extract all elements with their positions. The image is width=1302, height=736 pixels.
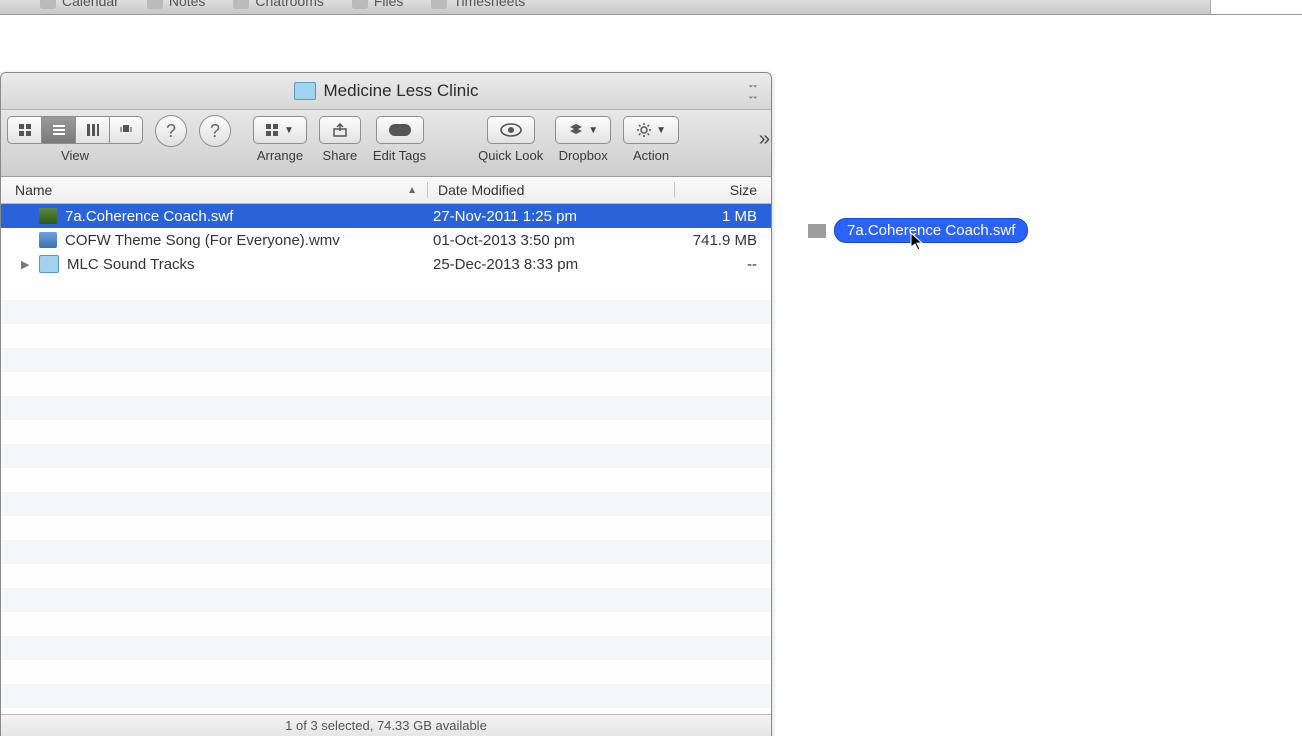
- fullscreen-icon[interactable]: [745, 83, 761, 99]
- notes-icon: [147, 0, 163, 9]
- menu-timesheets[interactable]: Timesheets: [431, 0, 525, 9]
- window-titlebar[interactable]: Medicine Less Clinic: [1, 73, 771, 110]
- empty-row: [1, 324, 771, 348]
- empty-row: [1, 300, 771, 324]
- menu-notes[interactable]: Notes: [147, 0, 206, 9]
- toolbar: View ? ? ▼ Arrange Share Edit Tags: [1, 110, 771, 177]
- help-back-button[interactable]: ?: [155, 115, 187, 147]
- view-coverflow-button[interactable]: [109, 116, 143, 144]
- folder-icon: [294, 82, 316, 100]
- empty-row: [1, 348, 771, 372]
- finder-window: Medicine Less Clinic View: [0, 72, 772, 736]
- empty-row: [1, 468, 771, 492]
- file-list[interactable]: 7a.Coherence Coach.swf 27-Nov-2011 1:25 p…: [1, 204, 771, 736]
- quick-look-button[interactable]: [487, 116, 535, 144]
- column-date-label: Date Modified: [438, 182, 524, 198]
- eye-icon: [500, 123, 522, 137]
- sort-ascending-icon: ▲: [407, 185, 417, 196]
- menu-label: Timesheets: [453, 0, 525, 9]
- empty-row: [1, 516, 771, 540]
- dropbox-button[interactable]: ▼: [555, 116, 611, 144]
- gear-icon: [636, 122, 652, 138]
- toolbar-overflow-icon[interactable]: »: [759, 128, 765, 151]
- file-size: --: [669, 256, 771, 273]
- file-size: 741.9 MB: [669, 232, 771, 249]
- empty-row: [1, 420, 771, 444]
- empty-row: [1, 492, 771, 516]
- top-right-panel: [1210, 0, 1302, 15]
- quick-look-label: Quick Look: [478, 148, 543, 163]
- empty-row: [1, 396, 771, 420]
- empty-row: [1, 564, 771, 588]
- files-icon: [352, 0, 368, 9]
- chat-icon: [233, 0, 249, 9]
- help-forward-button[interactable]: ?: [199, 115, 231, 147]
- empty-row: [1, 444, 771, 468]
- menu-label: Chatrooms: [255, 0, 323, 9]
- view-columns-button[interactable]: [75, 116, 109, 144]
- column-date-header[interactable]: Date Modified: [428, 182, 675, 198]
- edit-tags-button[interactable]: [376, 116, 424, 144]
- file-row[interactable]: ▶ MLC Sound Tracks 25-Dec-2013 8:33 pm--: [1, 252, 771, 276]
- empty-row: [1, 684, 771, 708]
- file-name: 7a.Coherence Coach.swf: [65, 208, 233, 225]
- file-name: MLC Sound Tracks: [67, 256, 195, 273]
- arrange-button[interactable]: ▼: [253, 116, 307, 144]
- menu-label: Calendar: [62, 0, 119, 9]
- column-size-header[interactable]: Size: [675, 182, 771, 198]
- arrange-label: Arrange: [257, 148, 303, 163]
- view-list-button[interactable]: [41, 116, 75, 144]
- file-row[interactable]: COFW Theme Song (For Everyone).wmv 01-Oct…: [1, 228, 771, 252]
- share-label: Share: [323, 148, 358, 163]
- file-size: 1 MB: [669, 208, 771, 225]
- file-date: 01-Oct-2013 3:50 pm: [423, 232, 669, 249]
- app-top-menubar: Calendar Notes Chatrooms Files Timesheet…: [0, 0, 1302, 15]
- file-date: 25-Dec-2013 8:33 pm: [423, 256, 669, 273]
- menu-files[interactable]: Files: [352, 0, 404, 9]
- file-name: COFW Theme Song (For Everyone).wmv: [65, 232, 340, 249]
- empty-row: [1, 372, 771, 396]
- status-text: 1 of 3 selected, 74.33 GB available: [285, 718, 487, 733]
- empty-row: [1, 276, 771, 300]
- calendar-icon: [40, 0, 56, 9]
- dropbox-label: Dropbox: [559, 148, 608, 163]
- action-button[interactable]: ▼: [623, 116, 679, 144]
- status-bar: 1 of 3 selected, 74.33 GB available: [1, 714, 771, 736]
- empty-row: [1, 540, 771, 564]
- column-name-label: Name: [15, 182, 52, 198]
- share-button[interactable]: [319, 116, 361, 144]
- wmv-icon: [39, 232, 57, 248]
- file-row[interactable]: 7a.Coherence Coach.swf 27-Nov-2011 1:25 p…: [1, 204, 771, 228]
- tag-icon: [389, 124, 411, 136]
- edit-tags-label: Edit Tags: [373, 148, 426, 163]
- swf-icon: [39, 208, 57, 224]
- empty-row: [1, 588, 771, 612]
- menu-chatrooms[interactable]: Chatrooms: [233, 0, 323, 9]
- drag-file-label: 7a.Coherence Coach.swf: [834, 218, 1028, 243]
- menu-label: Notes: [169, 0, 206, 9]
- column-size-label: Size: [730, 182, 757, 198]
- empty-row: [1, 612, 771, 636]
- timesheets-icon: [431, 0, 447, 9]
- menu-label: Files: [374, 0, 404, 9]
- mouse-cursor: [910, 232, 926, 252]
- file-date: 27-Nov-2011 1:25 pm: [423, 208, 669, 225]
- action-label: Action: [633, 148, 669, 163]
- dropbox-icon: [568, 123, 584, 137]
- empty-row: [1, 636, 771, 660]
- view-icons-button[interactable]: [7, 116, 41, 144]
- disclosure-triangle-icon[interactable]: ▶: [21, 258, 31, 271]
- folder-icon: [39, 255, 59, 273]
- column-name-header[interactable]: Name ▲: [1, 182, 428, 198]
- window-title: Medicine Less Clinic: [324, 81, 479, 101]
- view-label: View: [61, 148, 89, 163]
- menu-calendar[interactable]: Calendar: [40, 0, 119, 9]
- drag-file-icon: [808, 224, 826, 238]
- view-switcher: View: [7, 116, 143, 163]
- column-header-row: Name ▲ Date Modified Size: [1, 177, 771, 204]
- empty-row: [1, 660, 771, 684]
